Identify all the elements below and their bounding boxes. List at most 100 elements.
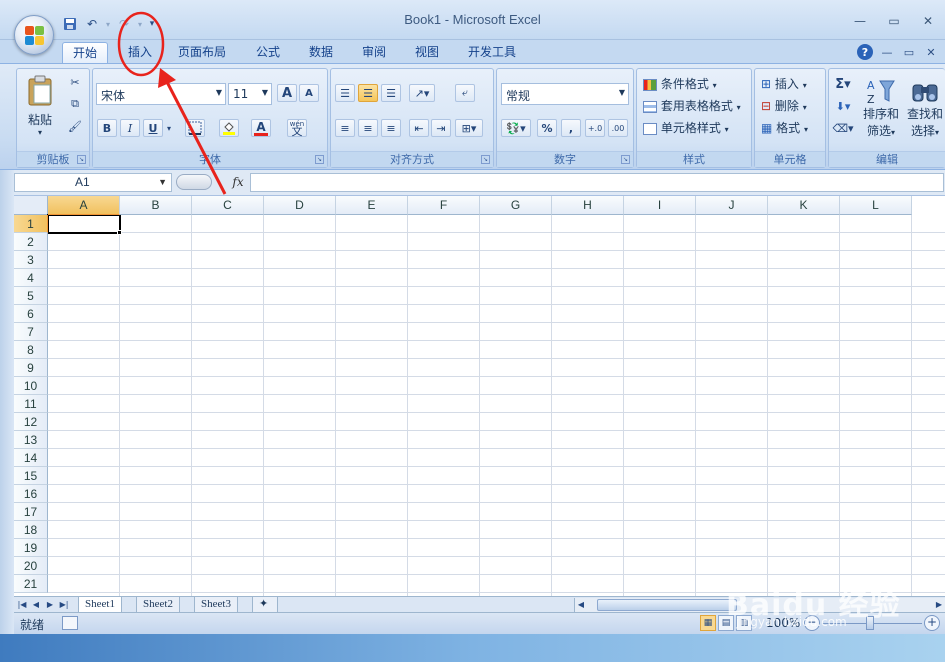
normal-view-icon[interactable]: ▦ [700, 615, 716, 631]
conditional-format-button[interactable]: 条件格式 ▾ [643, 75, 717, 92]
phonetic-guide-icon[interactable]: wén 文 [287, 119, 307, 137]
italic-button[interactable]: I [120, 119, 140, 137]
currency-icon[interactable]: 💱▾ [501, 119, 531, 137]
tab-view[interactable]: 视图 [405, 42, 449, 64]
shrink-font-button[interactable]: A [299, 84, 319, 102]
tab-formulas[interactable]: 公式 [246, 42, 290, 64]
tab-page-layout[interactable]: 页面布局 [168, 42, 236, 64]
underline-button[interactable]: U [143, 119, 163, 137]
bold-button[interactable]: B [97, 119, 117, 137]
column-header-i[interactable]: I [624, 196, 696, 215]
align-left-icon[interactable]: ≡ [335, 119, 355, 137]
align-bottom-icon[interactable]: ☰ [381, 84, 401, 102]
row-header-1[interactable]: 1 [14, 215, 48, 233]
tab-insert[interactable]: 插入 [118, 42, 162, 64]
format-cells-button[interactable]: ▦ 格式 ▾ [761, 119, 808, 136]
next-sheet-icon[interactable]: ▶ [44, 598, 56, 611]
row-header-5[interactable]: 5 [14, 287, 48, 305]
row-header-15[interactable]: 15 [14, 467, 48, 485]
macro-record-icon[interactable] [62, 616, 78, 630]
font-launcher-icon[interactable]: ↘ [315, 155, 324, 164]
column-header-e[interactable]: E [336, 196, 408, 215]
align-middle-icon[interactable]: ☰ [358, 84, 378, 102]
autosum-icon[interactable]: Σ▾ [833, 75, 853, 93]
first-sheet-icon[interactable]: |◀ [16, 598, 28, 611]
column-header-a[interactable]: A [48, 196, 120, 215]
grow-font-button[interactable]: A [277, 84, 297, 102]
increase-indent-icon[interactable]: ⇥ [431, 119, 451, 137]
row-header-11[interactable]: 11 [14, 395, 48, 413]
scroll-left-icon[interactable]: ◀ [575, 598, 587, 612]
cut-icon[interactable]: ✂ [65, 73, 85, 91]
row-header-8[interactable]: 8 [14, 341, 48, 359]
row-header-9[interactable]: 9 [14, 359, 48, 377]
formula-bar-resize-handle[interactable] [176, 174, 212, 190]
tab-review[interactable]: 审阅 [352, 42, 396, 64]
row-header-7[interactable]: 7 [14, 323, 48, 341]
formula-input[interactable] [250, 173, 944, 192]
underline-dropdown-icon[interactable]: ▾ [164, 119, 174, 137]
merge-center-icon[interactable]: ⊞▾ [455, 119, 483, 137]
sheet-tab-1[interactable]: Sheet1 [78, 597, 122, 613]
font-size-select[interactable]: 11 ▼ [228, 83, 272, 105]
increase-decimal-icon[interactable]: +.0 [585, 119, 605, 137]
scroll-right-icon[interactable]: ▶ [933, 598, 945, 612]
clear-icon[interactable]: ⌫▾ [832, 119, 853, 137]
sheet-tab-2[interactable]: Sheet2 [136, 597, 180, 613]
border-icon[interactable] [185, 119, 205, 137]
select-all-button[interactable] [14, 196, 48, 215]
column-header-h[interactable]: H [552, 196, 624, 215]
active-cell[interactable] [47, 214, 121, 234]
fill-color-icon[interactable] [219, 119, 239, 137]
row-header-20[interactable]: 20 [14, 557, 48, 575]
decrease-decimal-icon[interactable]: .00 [608, 119, 628, 137]
ribbon-close-icon[interactable]: ✕ [923, 44, 939, 60]
percent-button[interactable]: % [537, 119, 557, 137]
column-header-b[interactable]: B [120, 196, 192, 215]
insert-cells-button[interactable]: ⊞ 插入 ▾ [761, 75, 807, 92]
number-launcher-icon[interactable]: ↘ [621, 155, 630, 164]
column-header-d[interactable]: D [264, 196, 336, 215]
delete-cells-button[interactable]: ⊟ 删除 ▾ [761, 97, 807, 114]
column-header-c[interactable]: C [192, 196, 264, 215]
office-button[interactable] [14, 15, 54, 55]
minimize-button[interactable]: — [843, 10, 877, 32]
orientation-icon[interactable]: ↗▾ [409, 84, 435, 102]
font-name-select[interactable]: 宋体 ▼ [96, 83, 226, 105]
align-right-icon[interactable]: ≡ [381, 119, 401, 137]
row-header-2[interactable]: 2 [14, 233, 48, 251]
scrollbar-thumb[interactable] [597, 599, 737, 611]
row-header-21[interactable]: 21 [14, 575, 48, 593]
row-header-6[interactable]: 6 [14, 305, 48, 323]
decrease-indent-icon[interactable]: ⇤ [409, 119, 429, 137]
column-header-k[interactable]: K [768, 196, 840, 215]
cell-area[interactable] [48, 215, 945, 596]
row-header-13[interactable]: 13 [14, 431, 48, 449]
format-as-table-button[interactable]: 套用表格格式 ▾ [643, 97, 741, 114]
name-box[interactable]: A1 ▼ [14, 173, 172, 192]
row-header-4[interactable]: 4 [14, 269, 48, 287]
paste-button[interactable]: 粘贴 ▾ [21, 73, 59, 139]
column-header-j[interactable]: J [696, 196, 768, 215]
row-header-19[interactable]: 19 [14, 539, 48, 557]
sheet-tab-3[interactable]: Sheet3 [194, 597, 238, 613]
column-header-f[interactable]: F [408, 196, 480, 215]
row-header-17[interactable]: 17 [14, 503, 48, 521]
align-center-icon[interactable]: ≡ [358, 119, 378, 137]
help-icon[interactable]: ? [857, 44, 873, 60]
alignment-launcher-icon[interactable]: ↘ [481, 155, 490, 164]
prev-sheet-icon[interactable]: ◀ [30, 598, 42, 611]
column-header-l[interactable]: L [840, 196, 912, 215]
number-format-select[interactable]: 常规 ▼ [501, 83, 629, 105]
chevron-down-icon[interactable]: ▼ [158, 174, 167, 191]
tab-data[interactable]: 数据 [299, 42, 343, 64]
zoom-in-icon[interactable]: + [924, 615, 940, 631]
column-header-g[interactable]: G [480, 196, 552, 215]
close-button[interactable]: ✕ [911, 10, 945, 32]
font-color-icon[interactable]: A [251, 119, 271, 137]
clipboard-launcher-icon[interactable]: ↘ [77, 155, 86, 164]
cell-styles-button[interactable]: 单元格样式 ▾ [643, 119, 729, 136]
fill-icon[interactable]: ⬇▾ [833, 97, 853, 115]
row-header-12[interactable]: 12 [14, 413, 48, 431]
tab-home[interactable]: 开始 [62, 42, 109, 64]
